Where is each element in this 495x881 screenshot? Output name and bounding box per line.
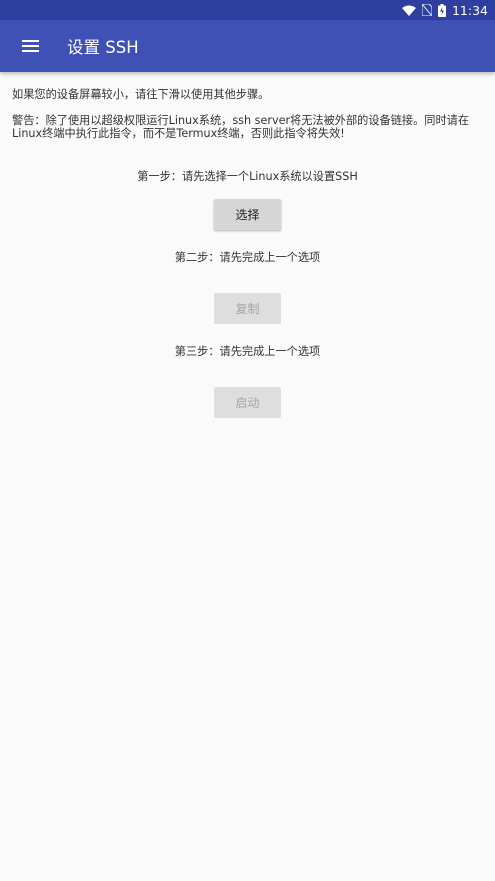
app-bar: 设置 SSH [0,20,495,72]
status-time: 11:34 [451,2,488,18]
step-1-text: 第一步：请先选择一个Linux系统以设置SSH [137,170,358,183]
wifi-icon [401,5,416,16]
step-2-text: 第二步：请先完成上一个选项 [174,251,321,264]
copy-button[interactable]: 复制 [214,293,281,324]
status-bar: 11:34 [0,0,495,20]
battery-charging-icon [437,3,446,17]
select-button[interactable]: 选择 [214,199,281,230]
warning-line-2: Linux终端中执行此指令，而不是Termux终端，否则此指令将失效! [12,127,345,140]
no-sim-icon [421,4,432,16]
step-3-text: 第三步：请先完成上一个选项 [174,345,321,358]
warning-note: 警告：除了使用以超级权限运行Linux系统，ssh server将无法被外部的设… [12,114,484,140]
start-button[interactable]: 启动 [214,387,281,418]
small-screen-note: 如果您的设备屏幕较小，请往下滑以使用其他步骤。 [12,88,270,101]
warning-line-1: 警告：除了使用以超级权限运行Linux系统，ssh server将无法被外部的设… [12,114,470,127]
hamburger-menu-icon[interactable] [0,20,60,72]
page-title: 设置 SSH [67,38,139,57]
